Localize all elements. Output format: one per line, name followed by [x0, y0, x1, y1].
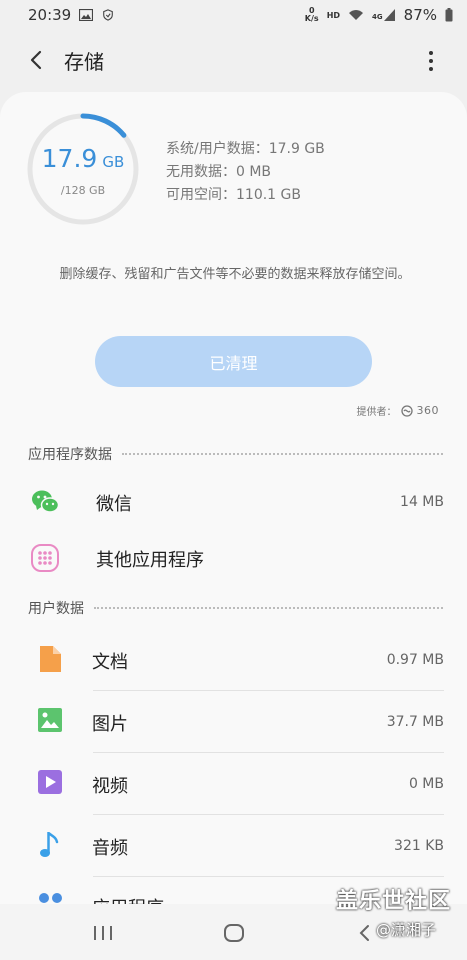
image-icon — [38, 708, 62, 732]
storage-stats: 系统/用户数据：17.9 GB 无用数据：0 MB 可用空间：110.1 GB — [166, 138, 325, 207]
clean-description: 删除缓存、残留和广告文件等不必要的数据来释放存储空间。 — [59, 267, 411, 282]
available-space: 可用空间：110.1 GB — [166, 187, 301, 203]
divider — [93, 690, 444, 691]
list-item-documents[interactable]: 文档 0.97 MB — [0, 630, 467, 690]
list-item-size: 14 MB — [400, 494, 444, 510]
back-arrow-icon[interactable] — [26, 48, 48, 72]
cleaned-button[interactable]: 已清理 — [95, 336, 372, 387]
system-user-data: 系统/用户数据：17.9 GB — [166, 141, 325, 157]
apps-grid-icon — [31, 544, 59, 572]
provider-logo-text: 360 — [416, 404, 439, 417]
battery-icon — [445, 8, 453, 22]
list-item-size: 0.97 MB — [386, 652, 444, 668]
signal-icon — [383, 9, 395, 21]
nav-back-icon[interactable] — [358, 924, 370, 942]
list-item-other-apps[interactable]: 其他应用程序 — [0, 536, 467, 582]
hd-indicator: HD — [326, 10, 341, 20]
list-item-label: 应用程序 — [92, 894, 164, 904]
list-item-label: 文档 — [92, 652, 128, 673]
list-item-videos[interactable]: 视频 0 MB — [0, 754, 467, 814]
list-item-label: 视频 — [92, 776, 128, 797]
list-item-label: 其他应用程序 — [96, 550, 204, 571]
storage-usage-ring: 17.9 GB /128 GB — [26, 112, 140, 226]
apps-icon — [39, 893, 62, 903]
list-item-size: 0 MB — [408, 776, 444, 792]
audio-icon — [40, 832, 59, 857]
storage-card: 17.9 GB /128 GB 系统/用户数据：17.9 GB 无用数据：0 M… — [0, 92, 467, 904]
watermark-author: @潇湘子 — [376, 921, 437, 939]
video-icon — [38, 770, 62, 794]
divider — [93, 814, 444, 815]
list-item-audio[interactable]: 音频 321 KB — [0, 816, 467, 876]
divider — [93, 876, 444, 877]
list-item-wechat[interactable]: 微信 14 MB — [0, 480, 467, 526]
section-app-data: 应用程序数据 — [28, 444, 443, 464]
provider-info: 提供者： 360 — [357, 403, 440, 418]
more-options-icon[interactable] — [420, 48, 442, 74]
wifi-icon — [349, 10, 364, 20]
document-icon — [40, 646, 61, 672]
watermark-logo: 盖乐世社区 — [336, 889, 452, 914]
provider-label: 提供者： — [356, 407, 397, 418]
section-user-data: 用户数据 — [28, 598, 443, 618]
recent-apps-icon[interactable] — [94, 926, 112, 940]
list-item-label: 图片 — [92, 714, 128, 735]
status-bar: 20:39 0 K/s HD 4G 87% — [0, 0, 467, 30]
list-item-size: 37.7 MB — [386, 714, 444, 730]
useless-data: 无用数据：0 MB — [166, 164, 272, 180]
shield-notification-icon — [103, 9, 114, 21]
total-storage: /128 GB — [60, 184, 106, 197]
list-item-label: 音频 — [92, 838, 128, 859]
app-bar: 存储 — [0, 34, 467, 86]
status-time: 20:39 — [28, 6, 72, 24]
page-title: 存储 — [64, 50, 104, 74]
network-type: 4G — [372, 13, 383, 21]
home-icon[interactable] — [224, 924, 244, 942]
gallery-notification-icon — [79, 9, 94, 21]
divider — [93, 752, 444, 753]
list-item-images[interactable]: 图片 37.7 MB — [0, 692, 467, 752]
list-item-label: 微信 — [96, 494, 132, 515]
battery-percent: 87% — [403, 6, 437, 24]
wechat-icon — [32, 490, 59, 513]
list-item-size: 321 KB — [394, 838, 444, 854]
network-speed: 0 K/s — [304, 6, 319, 23]
360-logo-icon — [400, 404, 413, 417]
used-storage-value: 17.9 GB — [41, 144, 125, 173]
